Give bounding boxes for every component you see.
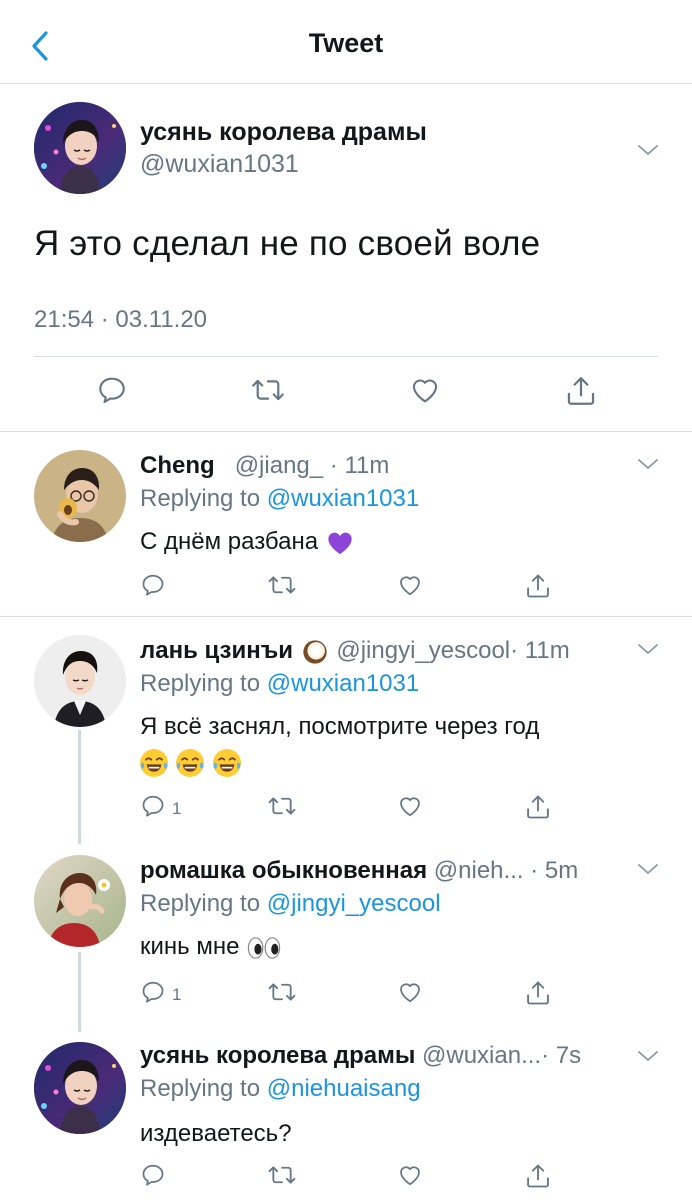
retweet-icon[interactable]	[266, 1162, 298, 1188]
retweet-icon[interactable]	[266, 979, 298, 1005]
author-name[interactable]: ромашка обыкновенная	[140, 857, 427, 884]
reply-actions	[0, 572, 692, 602]
replying-to: Replying to @wuxian1031	[140, 485, 419, 513]
reply-tweet[interactable]: усянь королева драмы @wuxian...· 7s Repl…	[0, 1024, 692, 1200]
reply-text: кинь мне	[140, 933, 282, 961]
author-handle[interactable]: @wuxian...	[422, 1042, 541, 1069]
like-icon[interactable]	[408, 374, 442, 406]
reply-text: С днём разбана	[140, 528, 355, 557]
top-bar: Tweet	[0, 0, 692, 84]
reply-actions: 1	[0, 793, 692, 823]
tweet-text: Я это сделал не по своей воле	[34, 224, 541, 263]
reply-icon[interactable]	[140, 1162, 166, 1188]
reply-tweet[interactable]: ромашка обыкновенная @nieh... · 5m Reply…	[0, 837, 692, 1027]
reply-body: кинь мне	[140, 933, 240, 960]
share-icon[interactable]	[524, 1162, 552, 1190]
chevron-down-icon[interactable]	[636, 456, 660, 472]
reply-body: Я всё заснял, посмотрите через год	[140, 713, 540, 740]
like-icon[interactable]	[396, 572, 424, 598]
avatar[interactable]	[34, 450, 126, 542]
chevron-down-icon[interactable]	[636, 641, 660, 657]
author-name[interactable]: лань цзинъи	[140, 637, 293, 664]
replying-label: Replying to	[140, 890, 261, 917]
reply-icon[interactable]	[96, 374, 128, 406]
reply-icon[interactable]	[140, 572, 166, 598]
like-icon[interactable]	[396, 1162, 424, 1188]
purple-heart-emoji	[328, 532, 352, 554]
replying-to: Replying to @niehuaisang	[140, 1075, 421, 1103]
author-name[interactable]: Cheng	[140, 452, 215, 479]
reply-actions	[0, 1162, 692, 1192]
reply-icon[interactable]	[140, 979, 166, 1005]
main-tweet: усянь королева драмы @wuxian1031 Я это с…	[0, 84, 692, 432]
mention-link[interactable]: @wuxian1031	[267, 670, 419, 697]
avatar[interactable]	[34, 102, 126, 194]
replying-label: Replying to	[140, 1075, 261, 1102]
share-icon[interactable]	[524, 793, 552, 821]
chevron-down-icon[interactable]	[636, 142, 660, 158]
joy-emoji	[211, 747, 243, 779]
retweet-icon[interactable]	[250, 374, 286, 406]
divider	[34, 356, 658, 357]
chevron-down-icon[interactable]	[636, 861, 660, 877]
chevron-down-icon[interactable]	[636, 1048, 660, 1064]
reply-time: · 5m	[530, 857, 579, 884]
replying-to: Replying to @jingyi_yescool	[140, 890, 441, 918]
replying-label: Replying to	[140, 485, 261, 512]
author-name[interactable]: усянь королева драмы	[140, 1042, 415, 1069]
reply-icon[interactable]	[140, 793, 166, 819]
author-name[interactable]: усянь королева драмы	[140, 118, 427, 147]
avatar[interactable]	[34, 1042, 126, 1134]
reply-body: издеваетесь?	[140, 1120, 292, 1147]
mention-link[interactable]: @wuxian1031	[267, 485, 419, 512]
joy-emoji	[174, 747, 206, 779]
avatar[interactable]	[34, 635, 126, 727]
like-icon[interactable]	[396, 979, 424, 1005]
tweet-actions	[0, 374, 692, 414]
replying-label: Replying to	[140, 670, 261, 697]
joy-emoji	[138, 747, 170, 779]
eyes-emoji	[247, 936, 281, 959]
retweet-icon[interactable]	[266, 793, 298, 819]
reply-tweet[interactable]: лань цзинъи @jingyi_yescool· 11m Replyin…	[0, 617, 692, 837]
reply-header: ромашка обыкновенная @nieh... · 5m	[140, 857, 628, 885]
joy-emoji-row	[138, 747, 243, 781]
retweet-icon[interactable]	[266, 572, 298, 598]
author-handle[interactable]: @wuxian1031	[140, 150, 299, 179]
reply-tweet[interactable]: Cheng @jiang_ · 11m Replying to @wuxian1…	[0, 432, 692, 616]
reply-time: · 7s	[541, 1042, 582, 1069]
like-icon[interactable]	[396, 793, 424, 819]
reply-time: · 11m	[329, 452, 390, 479]
page-title: Tweet	[308, 28, 384, 58]
coconut-emoji	[303, 639, 327, 664]
share-icon[interactable]	[524, 979, 552, 1007]
reply-body: С днём разбана	[140, 528, 319, 555]
avatar[interactable]	[34, 855, 126, 947]
share-icon[interactable]	[564, 374, 598, 408]
replying-to: Replying to @wuxian1031	[140, 670, 419, 698]
mention-link[interactable]: @jingyi_yescool	[267, 890, 441, 917]
share-icon[interactable]	[524, 572, 552, 600]
reply-time: · 11m	[510, 637, 570, 664]
author-handle[interactable]: @jiang_	[235, 452, 323, 479]
author-handle[interactable]: @jingyi_yescool	[336, 637, 510, 664]
reply-header: усянь королева драмы @wuxian...· 7s	[140, 1042, 628, 1070]
author-handle[interactable]: @nieh...	[434, 857, 524, 884]
reply-count: 1	[172, 985, 182, 1004]
mention-link[interactable]: @niehuaisang	[267, 1075, 421, 1102]
reply-header: Cheng @jiang_ · 11m	[140, 452, 620, 480]
reply-actions: 1	[0, 979, 692, 1009]
reply-header: лань цзинъи @jingyi_yescool· 11m	[140, 637, 620, 666]
tweet-timestamp[interactable]: 21:54 · 03.11.20	[34, 306, 207, 334]
reply-count: 1	[172, 799, 182, 818]
